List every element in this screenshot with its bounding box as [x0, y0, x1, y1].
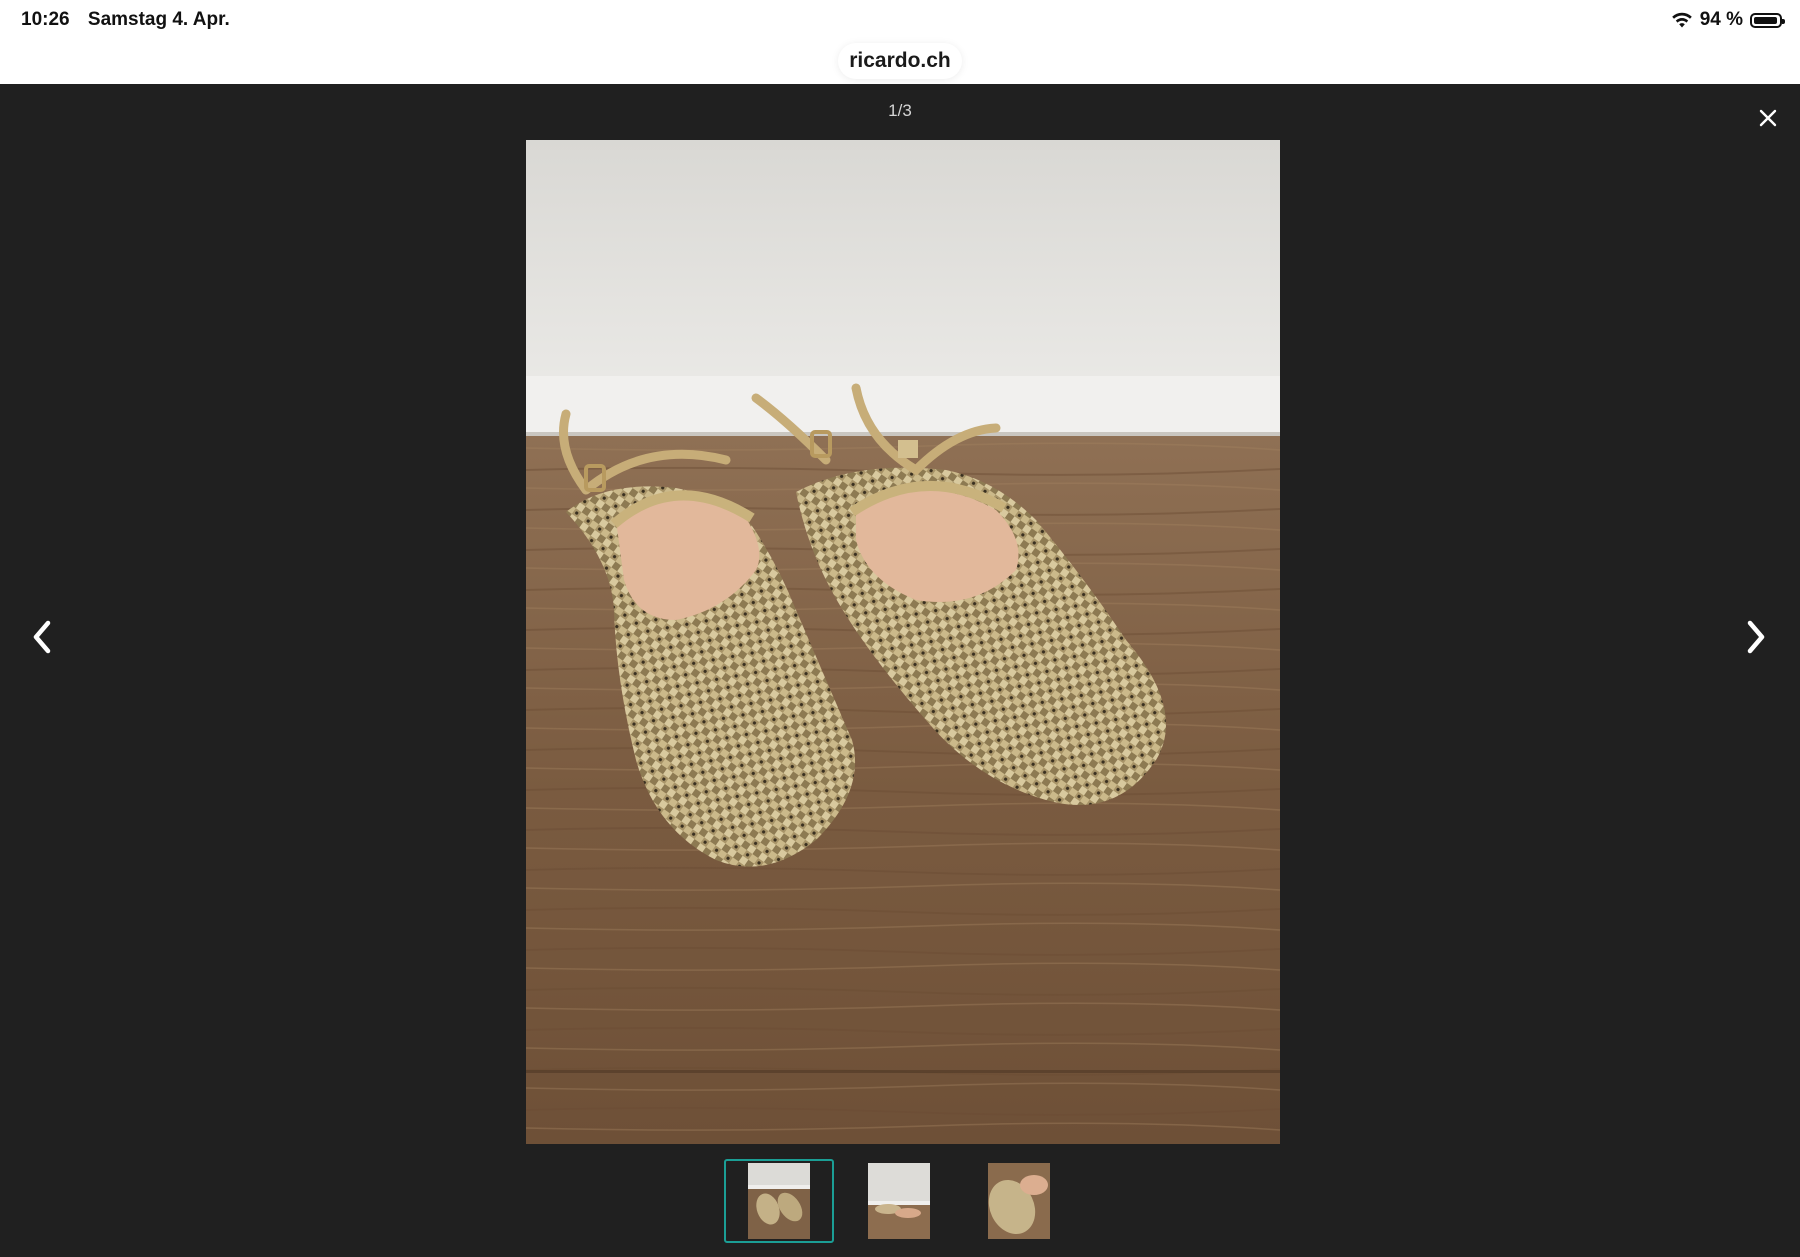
chevron-right-icon — [1747, 620, 1765, 654]
thumbnail-1-image — [748, 1163, 810, 1239]
close-icon — [1759, 109, 1777, 127]
status-date: Samstag 4. Apr. — [87, 9, 230, 30]
product-photo — [526, 140, 1280, 1144]
battery-level-fill — [1754, 16, 1777, 24]
status-bar: 10:26 Samstag 4. Apr. 94 % — [0, 0, 1800, 42]
status-bar-left: 10:26 Samstag 4. Apr. — [21, 9, 243, 31]
close-button[interactable] — [1752, 102, 1784, 134]
chevron-left-icon — [33, 620, 51, 654]
main-product-image[interactable] — [526, 140, 1280, 1144]
url-field[interactable]: ricardo.ch — [838, 43, 962, 79]
battery-percentage: 94 % — [1699, 9, 1743, 30]
status-time: 10:26 — [21, 9, 70, 30]
status-bar-right: 94 % — [1671, 9, 1785, 31]
previous-image-button[interactable] — [18, 612, 68, 662]
thumbnail-1[interactable] — [724, 1159, 834, 1243]
thumbnail-2-image — [868, 1163, 930, 1239]
image-gallery-lightbox: 1/3 — [0, 84, 1800, 1257]
thumbnail-3-image — [988, 1163, 1050, 1239]
thumbnail-2[interactable] — [844, 1159, 954, 1243]
next-image-button[interactable] — [1730, 612, 1780, 662]
battery-icon — [1750, 12, 1785, 28]
thumbnail-strip — [724, 1159, 1076, 1243]
thumbnail-3[interactable] — [964, 1159, 1074, 1243]
image-counter: 1/3 — [888, 101, 912, 120]
wifi-icon — [1671, 12, 1692, 28]
browser-url-bar: ricardo.ch — [0, 42, 1800, 84]
